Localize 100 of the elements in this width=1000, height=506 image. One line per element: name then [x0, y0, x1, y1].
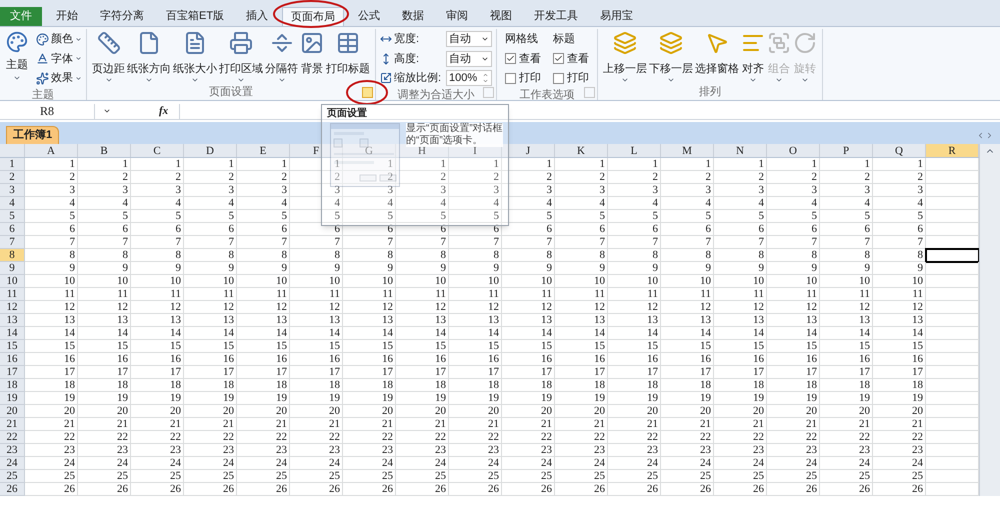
row-header[interactable]: 11 — [0, 288, 25, 301]
table-cell[interactable]: 19 — [555, 392, 608, 405]
table-cell[interactable]: 3 — [184, 184, 237, 197]
table-cell[interactable]: 6 — [131, 223, 184, 236]
table-cell[interactable]: 20 — [555, 405, 608, 418]
ribbon-tab[interactable]: 开发工具 — [526, 7, 586, 26]
table-cell[interactable]: 20 — [714, 405, 767, 418]
table-cell[interactable]: 26 — [237, 483, 290, 496]
table-cell[interactable]: 14 — [714, 327, 767, 340]
ribbon-tab[interactable]: 页面布局 — [282, 7, 344, 26]
table-cell[interactable]: 7 — [555, 236, 608, 249]
table-cell[interactable]: 7 — [396, 236, 449, 249]
table-cell[interactable]: 14 — [25, 327, 78, 340]
table-cell[interactable]: 4 — [661, 197, 714, 210]
table-cell[interactable]: 19 — [608, 392, 661, 405]
table-cell[interactable]: 12 — [131, 301, 184, 314]
table-cell[interactable]: 13 — [290, 314, 343, 327]
table-cell[interactable]: 23 — [714, 444, 767, 457]
table-cell[interactable]: 1 — [449, 158, 502, 171]
table-cell[interactable]: 12 — [661, 301, 714, 314]
row-header[interactable]: 8 — [0, 249, 25, 262]
table-cell[interactable]: 23 — [78, 444, 131, 457]
theme-option-button[interactable]: 字体 — [36, 50, 82, 67]
table-cell[interactable]: 18 — [661, 379, 714, 392]
row-header[interactable]: 14 — [0, 327, 25, 340]
table-cell[interactable]: 6 — [237, 223, 290, 236]
table-cell[interactable]: 22 — [184, 431, 237, 444]
table-cell[interactable]: 16 — [343, 353, 396, 366]
table-cell[interactable]: 19 — [343, 392, 396, 405]
table-cell[interactable]: 19 — [131, 392, 184, 405]
table-cell[interactable]: 10 — [608, 275, 661, 288]
table-cell[interactable]: 10 — [237, 275, 290, 288]
table-cell[interactable]: 10 — [290, 275, 343, 288]
table-cell[interactable]: 26 — [25, 483, 78, 496]
table-cell[interactable]: 18 — [237, 379, 290, 392]
table-cell[interactable]: 3 — [661, 184, 714, 197]
workbook-tab[interactable]: 工作簿1 — [6, 126, 60, 144]
table-cell[interactable]: 21 — [714, 418, 767, 431]
table-cell[interactable]: 4 — [78, 197, 131, 210]
table-cell[interactable]: 25 — [555, 470, 608, 483]
table-cell[interactable]: 6 — [873, 223, 926, 236]
scroll-right-icon[interactable] — [985, 131, 994, 140]
table-cell[interactable]: 24 — [290, 457, 343, 470]
table-cell[interactable]: 26 — [502, 483, 555, 496]
table-cell[interactable]: 8 — [343, 249, 396, 262]
ribbon-button[interactable]: 选择窗格 — [694, 29, 740, 84]
column-header[interactable]: K — [555, 144, 608, 157]
table-cell[interactable]: 9 — [714, 262, 767, 275]
table-cell[interactable]: 15 — [661, 340, 714, 353]
table-cell[interactable]: 11 — [396, 288, 449, 301]
table-cell[interactable]: 15 — [25, 340, 78, 353]
table-cell[interactable]: 25 — [131, 470, 184, 483]
table-cell[interactable]: 17 — [78, 366, 131, 379]
table-cell[interactable]: 11 — [608, 288, 661, 301]
table-cell[interactable]: 13 — [78, 314, 131, 327]
table-cell[interactable]: 10 — [396, 275, 449, 288]
table-cell[interactable]: 12 — [608, 301, 661, 314]
table-cell[interactable]: 18 — [608, 379, 661, 392]
row-header[interactable]: 26 — [0, 483, 25, 496]
row-header[interactable]: 6 — [0, 223, 25, 236]
table-cell[interactable]: 1 — [767, 158, 820, 171]
table-cell[interactable]: 21 — [608, 418, 661, 431]
table-cell[interactable]: 17 — [767, 366, 820, 379]
table-cell[interactable]: 3 — [131, 184, 184, 197]
table-cell[interactable]: 12 — [873, 301, 926, 314]
table-cell[interactable]: 8 — [502, 249, 555, 262]
table-cell[interactable]: 22 — [449, 431, 502, 444]
table-cell[interactable]: 17 — [502, 366, 555, 379]
table-cell[interactable]: 24 — [555, 457, 608, 470]
column-header[interactable]: F — [290, 144, 343, 157]
ribbon-tab[interactable]: 公式 — [350, 7, 388, 26]
table-cell[interactable]: 19 — [237, 392, 290, 405]
table-cell[interactable]: 22 — [661, 431, 714, 444]
row-header[interactable]: 22 — [0, 431, 25, 444]
table-cell[interactable]: 9 — [449, 262, 502, 275]
table-cell[interactable]: 17 — [873, 366, 926, 379]
table-cell[interactable]: 10 — [449, 275, 502, 288]
table-cell[interactable]: 10 — [714, 275, 767, 288]
table-cell[interactable]: 25 — [714, 470, 767, 483]
table-cell[interactable]: 8 — [396, 249, 449, 262]
table-cell[interactable]: 15 — [131, 340, 184, 353]
table-cell[interactable]: 7 — [502, 236, 555, 249]
table-cell[interactable]: 18 — [396, 379, 449, 392]
column-header[interactable]: M — [661, 144, 714, 157]
table-cell[interactable]: 25 — [25, 470, 78, 483]
table-cell[interactable]: 24 — [661, 457, 714, 470]
table-cell[interactable]: 24 — [184, 457, 237, 470]
row-header[interactable]: 25 — [0, 470, 25, 483]
table-cell[interactable]: 23 — [396, 444, 449, 457]
ribbon-tab[interactable]: 数据 — [394, 7, 432, 26]
table-cell[interactable]: 22 — [502, 431, 555, 444]
table-cell[interactable]: 21 — [820, 418, 873, 431]
table-cell[interactable]: 4 — [714, 197, 767, 210]
table-cell[interactable]: 7 — [661, 236, 714, 249]
table-cell[interactable]: 12 — [237, 301, 290, 314]
table-cell[interactable]: 9 — [131, 262, 184, 275]
table-cell[interactable]: 21 — [396, 418, 449, 431]
table-cell[interactable]: 21 — [184, 418, 237, 431]
table-cell[interactable]: 11 — [555, 288, 608, 301]
table-cell[interactable]: 22 — [396, 431, 449, 444]
